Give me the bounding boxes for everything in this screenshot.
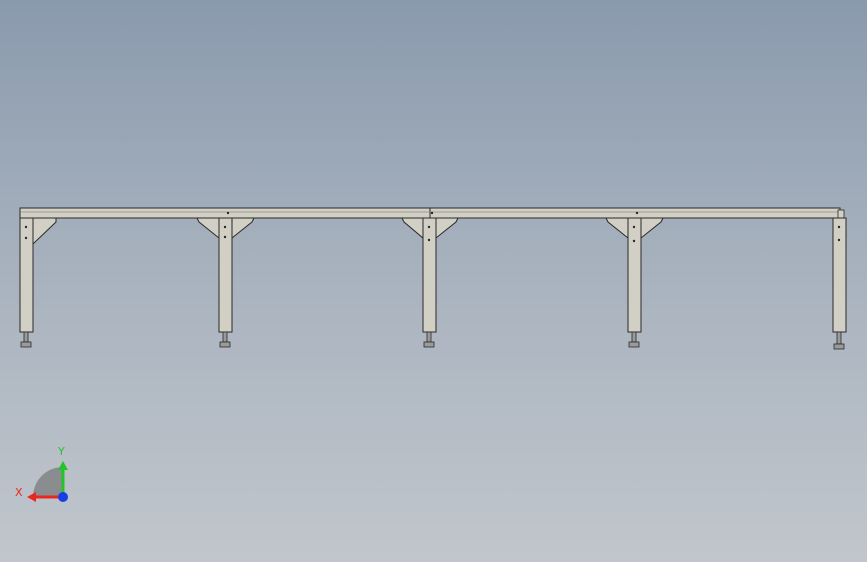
y-axis-label: Y (57, 445, 65, 458)
x-axis-label: X (15, 486, 23, 499)
leg-5 (832, 217, 847, 350)
leveling-foot (423, 341, 435, 348)
brace-left (196, 217, 220, 240)
brace-right (231, 217, 255, 240)
leveling-foot (833, 343, 845, 350)
graphics-viewport[interactable]: Y X (0, 0, 867, 562)
brace-right (640, 217, 664, 240)
leveling-foot (219, 341, 231, 348)
leveling-foot (20, 341, 32, 348)
brace-right (32, 217, 57, 246)
brace-left (605, 217, 629, 240)
leg-3 (401, 211, 459, 348)
frame-model[interactable]: Y X (0, 0, 867, 562)
leg-1 (19, 217, 57, 348)
brace-right (435, 217, 459, 240)
coordinate-triad: Y X (15, 445, 68, 502)
triad-plane-indicator (33, 467, 63, 497)
leg-2 (196, 211, 255, 348)
brace-left (401, 217, 424, 240)
leveling-foot (628, 341, 640, 348)
leg-4 (605, 211, 664, 348)
z-axis-dot (58, 492, 68, 502)
